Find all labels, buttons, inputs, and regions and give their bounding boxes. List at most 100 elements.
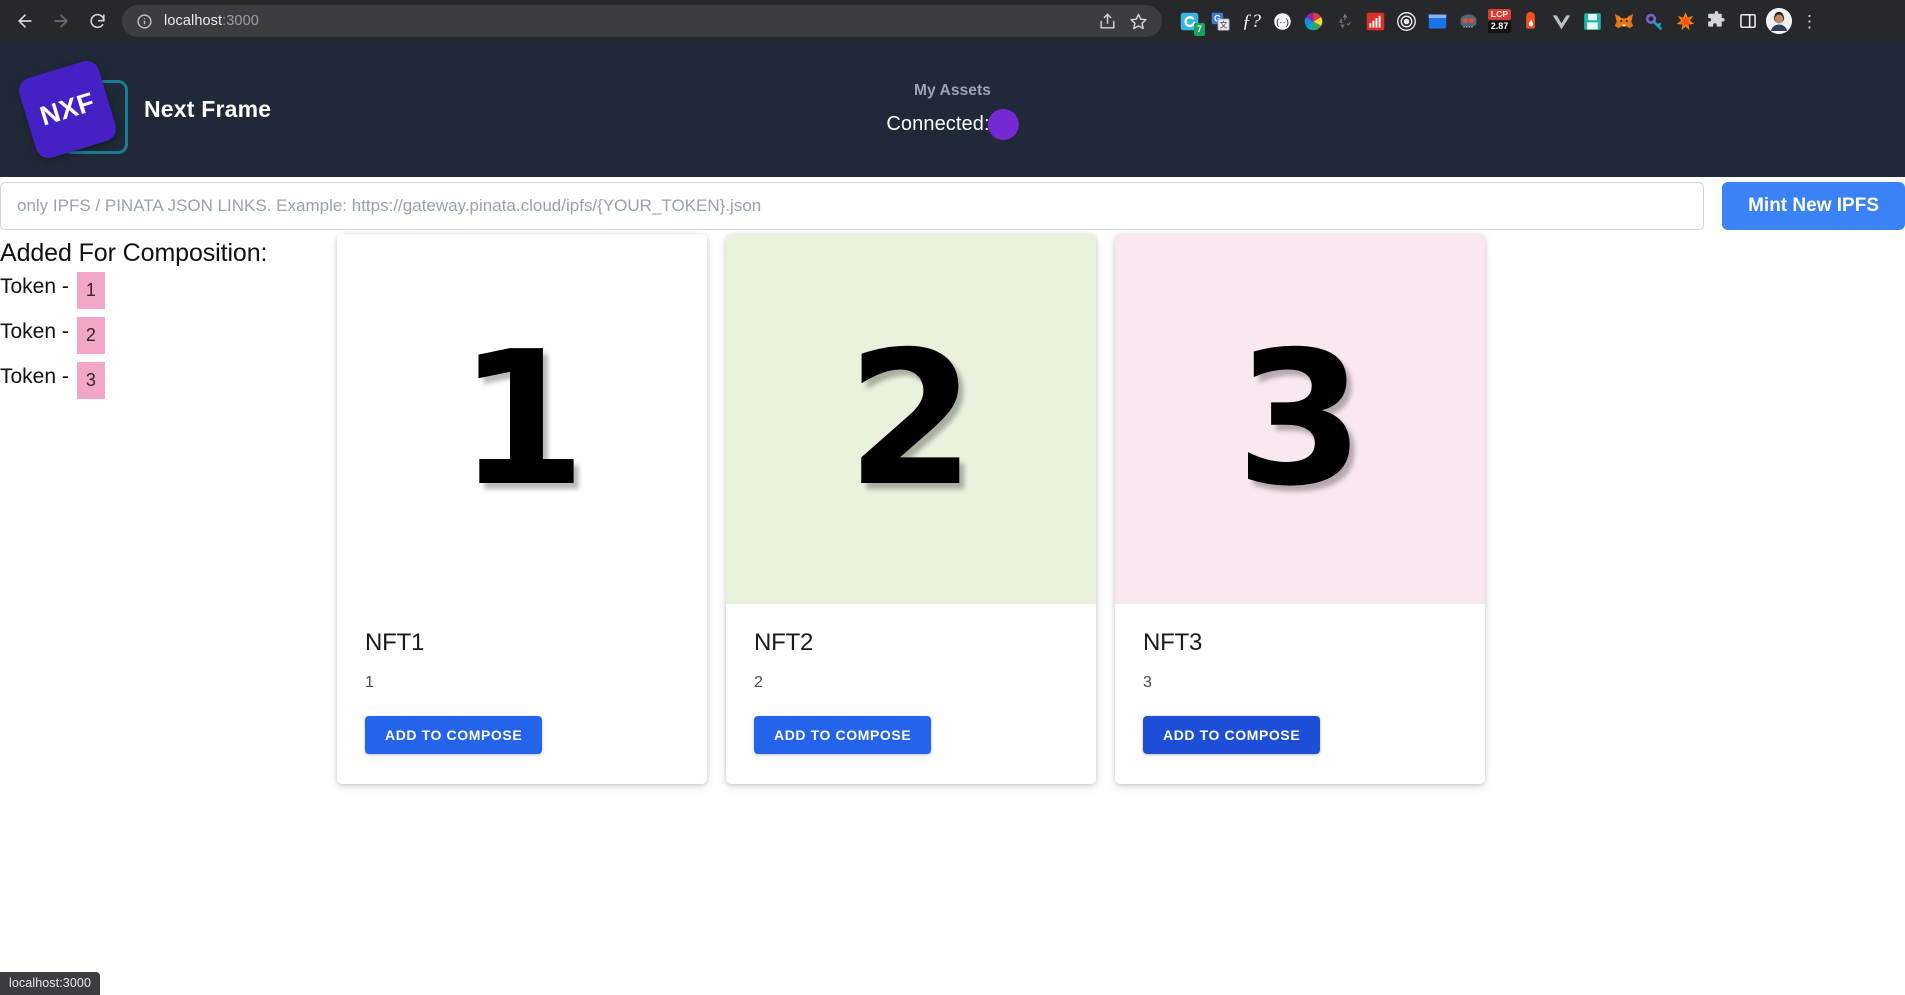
key-glyph-icon: [1645, 13, 1662, 30]
url-host: localhost: [164, 13, 223, 29]
forward-button[interactable]: [44, 4, 78, 38]
connected-label: Connected:: [886, 113, 990, 135]
status-bar: localhost:3000: [0, 972, 101, 995]
composition-panel: Added For Composition: Token - 1 Token -…: [0, 239, 330, 407]
add-to-compose-button[interactable]: ADD TO COMPOSE: [365, 716, 543, 754]
token-badge: 2: [76, 317, 105, 354]
star-icon[interactable]: [1129, 12, 1148, 31]
nft-description: 2: [754, 674, 763, 691]
fonts-ninja-icon[interactable]: ƒ?: [1238, 8, 1265, 35]
nft-card[interactable]: 3 NFT3 3 ADD TO COMPOSE: [1115, 234, 1485, 784]
composition-token-row: Token - 2: [0, 317, 330, 362]
app-header: NXF Next Frame My Assets Connected:: [0, 42, 1905, 177]
share-icon[interactable]: [1098, 12, 1117, 31]
mint-new-ipfs-button[interactable]: Mint New IPFS: [1722, 181, 1905, 230]
nft-card[interactable]: 2 NFT2 2 ADD TO COMPOSE: [726, 234, 1096, 784]
token-label: Token -: [0, 365, 69, 388]
goggles-icon[interactable]: [1455, 8, 1482, 35]
recycle-icon[interactable]: [1331, 8, 1358, 35]
puzzle-glyph-icon: [1708, 10, 1725, 27]
profile-avatar[interactable]: [1765, 8, 1792, 35]
nft-media: 3: [1115, 234, 1485, 604]
nft-numeral-image: 3: [1235, 310, 1365, 527]
analytics-icon[interactable]: [1362, 8, 1389, 35]
metamask-fox-icon[interactable]: [1610, 8, 1637, 35]
token-label: Token -: [0, 320, 69, 343]
token-badge: 1: [76, 272, 105, 309]
nft-media: 1: [337, 234, 707, 604]
brand-title: Next Frame: [144, 96, 272, 122]
nft-card-grid: 1 NFT1 1 ADD TO COMPOSE 2 NFT2 2 ADD TO …: [337, 234, 1485, 784]
main-content: Added For Composition: Token - 1 Token -…: [0, 234, 1905, 995]
browser-menu-button[interactable]: ⋮: [1796, 8, 1823, 35]
colorzilla-icon[interactable]: [1300, 8, 1327, 35]
forward-arrow-icon: [54, 14, 68, 28]
logo-text: NXF: [36, 86, 99, 131]
add-to-compose-button[interactable]: ADD TO COMPOSE: [754, 716, 932, 754]
google-translate-icon[interactable]: G 文: [1207, 8, 1234, 35]
token-badge: 3: [76, 362, 105, 399]
brand-block[interactable]: NXF Next Frame: [0, 54, 271, 166]
nft-title: NFT1: [365, 629, 425, 656]
nft-title: NFT3: [1143, 629, 1203, 656]
token-label: Token -: [0, 275, 69, 298]
composition-title: Added For Composition:: [0, 239, 268, 267]
target-glyph-icon: [1397, 11, 1416, 31]
kebab-menu-icon: ⋮: [1801, 11, 1818, 31]
save-page-icon[interactable]: [1579, 8, 1606, 35]
fox-glyph-icon: [1614, 13, 1633, 29]
window-resizer-icon[interactable]: [1424, 8, 1451, 35]
composition-token-row: Token - 3: [0, 362, 330, 407]
avatar: [1765, 8, 1792, 34]
my-assets-link[interactable]: My Assets: [914, 82, 991, 100]
spark-icon[interactable]: [1672, 8, 1699, 35]
ipfs-link-input[interactable]: [0, 181, 1705, 230]
nft-card-body: NFT1 1 ADD TO COMPOSE: [337, 604, 707, 784]
hydrant-glyph-icon: [1526, 11, 1535, 28]
nft-title: NFT2: [754, 629, 814, 656]
lcp-web-vitals-icon[interactable]: LCP 2.87: [1486, 8, 1513, 35]
svg-text:(··): (··): [1276, 17, 1289, 28]
mint-row: Mint New IPFS: [0, 177, 1905, 234]
lcp-label: LCP: [1487, 8, 1512, 21]
back-button[interactable]: [8, 4, 42, 38]
nft-card-body: NFT2 2 ADD TO COMPOSE: [726, 604, 1096, 784]
info-circle-icon[interactable]: [136, 13, 153, 30]
add-to-compose-button[interactable]: ADD TO COMPOSE: [1143, 716, 1321, 754]
goggles-glyph-icon: [1460, 14, 1477, 28]
nft-numeral-image: 2: [846, 310, 976, 527]
sidebar-glyph-icon: [1739, 13, 1756, 29]
wallet-status[interactable]: Connected:: [886, 109, 1019, 140]
color-wheel-icon: [1304, 12, 1323, 30]
address-bar[interactable]: localhost:3000: [122, 5, 1162, 37]
nft-description: 1: [365, 674, 374, 691]
recycle-glyph-icon: [1338, 13, 1351, 29]
spark-glyph-icon: [1676, 11, 1695, 30]
browser-toolbar: localhost:3000 7 G 文 ƒ? (··) LCP 2.87 ⋮: [0, 0, 1905, 42]
translate-glyph-icon: G 文: [1211, 12, 1230, 31]
clipboard-extension-icon[interactable]: 7: [1176, 8, 1205, 36]
floppy-disk-icon: [1584, 12, 1601, 30]
back-arrow-icon: [18, 14, 32, 28]
password-key-icon[interactable]: [1641, 8, 1668, 35]
nft-numeral-image: 1: [457, 310, 587, 527]
fonts-glyph-icon: ƒ?: [1242, 10, 1261, 32]
avatar-glyph-icon: [1765, 8, 1792, 34]
url-text: localhost:3000: [164, 13, 1088, 29]
header-center-block: My Assets Connected:: [886, 82, 1019, 140]
hydrant-icon[interactable]: [1517, 8, 1544, 35]
wappalyzer-glyph-icon: (··): [1274, 12, 1291, 30]
wallet-avatar-icon: [987, 109, 1019, 140]
svg-text:文: 文: [1220, 19, 1228, 29]
composition-token-row: Token - 1: [0, 272, 330, 317]
target-icon[interactable]: [1393, 8, 1420, 35]
nft-card[interactable]: 1 NFT1 1 ADD TO COMPOSE: [337, 234, 707, 784]
vue-devtools-icon[interactable]: [1548, 8, 1575, 35]
sidebar-icon[interactable]: [1734, 8, 1761, 35]
lcp-value: 2.87: [1487, 21, 1512, 34]
extension-badge: 7: [1193, 22, 1205, 36]
puzzle-extensions-icon[interactable]: [1703, 8, 1730, 35]
vue-glyph-icon: [1552, 14, 1571, 29]
wappalyzer-icon[interactable]: (··): [1269, 8, 1296, 35]
reload-button[interactable]: [80, 4, 114, 38]
